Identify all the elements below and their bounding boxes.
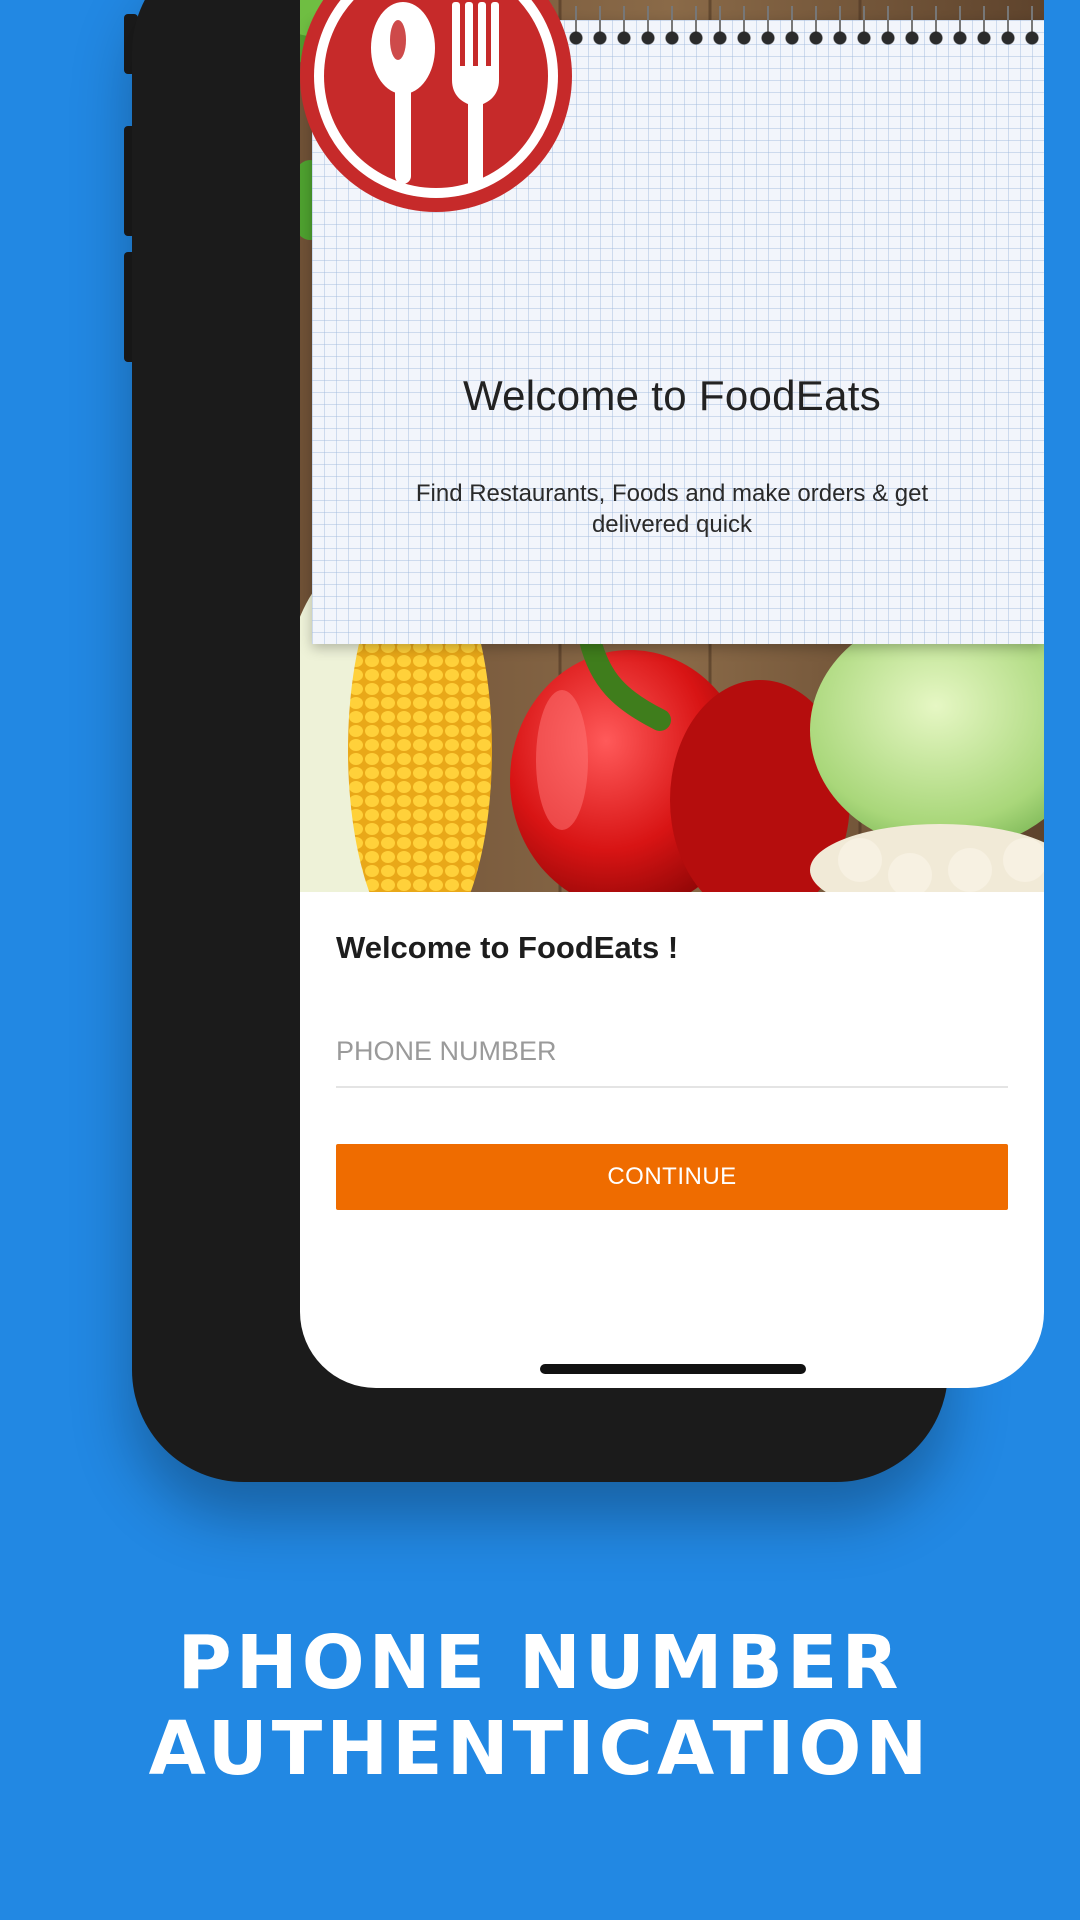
hero-title: Welcome to FoodEats: [462, 372, 882, 419]
promo-caption: PHONE NUMBER AUTHENTICATION: [0, 1620, 1080, 1792]
app-screen: Welcome to FoodEats Find Restaurants, Fo…: [300, 0, 1044, 1388]
hero-subtitle: Find Restaurants, Foods and make orders …: [415, 480, 929, 538]
home-indicator[interactable]: [540, 1364, 806, 1374]
hero-banner: Welcome to FoodEats Find Restaurants, Fo…: [300, 0, 1044, 892]
promo-page: Welcome to FoodEats Find Restaurants, Fo…: [0, 0, 1080, 1920]
form-title: Welcome to FoodEats !: [336, 930, 679, 965]
phone-number-input[interactable]: [336, 1016, 1008, 1088]
caption-line-1: PHONE NUMBER: [177, 1620, 903, 1706]
continue-button[interactable]: CONTINUE: [336, 1144, 1008, 1210]
spoon-fork-icon: [300, 0, 572, 212]
caption-line-2: AUTHENTICATION: [148, 1706, 932, 1792]
phone-frame: Welcome to FoodEats Find Restaurants, Fo…: [132, 0, 1044, 1482]
